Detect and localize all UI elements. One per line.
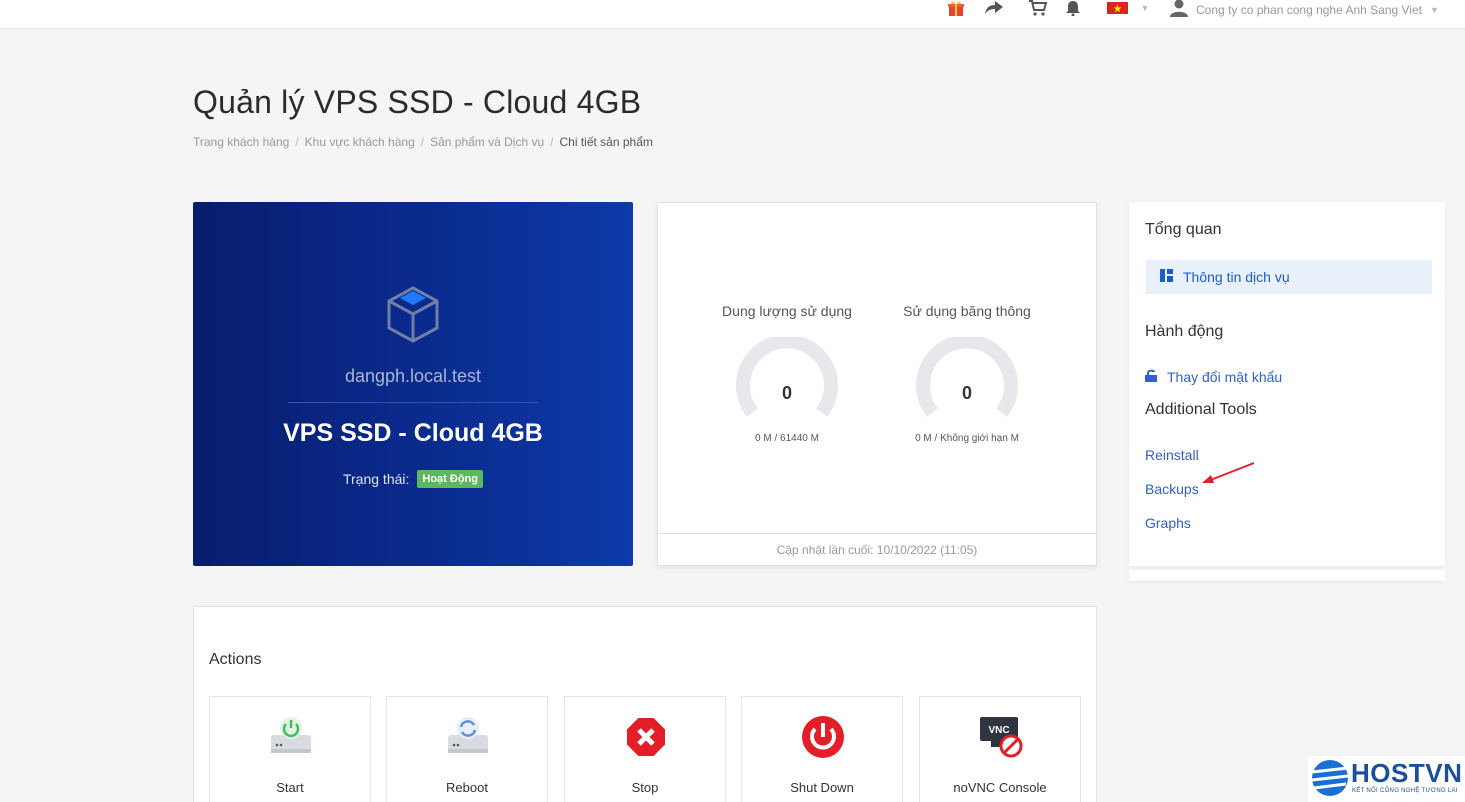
share-icon[interactable] <box>983 0 1005 16</box>
breadcrumb-item[interactable]: Khu vực khách hàng <box>305 135 415 149</box>
gauge-title: Sử dụng băng thông <box>903 303 1031 319</box>
gauge-value: 0 <box>961 383 972 403</box>
sidebar-item-label: Thông tin dịch vụ <box>1183 269 1290 285</box>
breadcrumb-item[interactable]: Sản phẩm và Dịch vụ <box>430 135 544 149</box>
cube-icon <box>381 282 445 346</box>
vnc-disabled-icon: VNC <box>979 715 1023 759</box>
user-caret-icon: ▼ <box>1429 5 1439 15</box>
action-label: Start <box>276 780 304 795</box>
action-label: Shut Down <box>790 780 854 795</box>
user-name: Cong ty co phan cong nghe Anh Sang Viet <box>1196 3 1422 17</box>
language-caret-icon[interactable]: ▼ <box>1140 0 1150 16</box>
lock-icon <box>1145 369 1157 385</box>
reboot-button[interactable]: Reboot <box>386 696 548 802</box>
sidebar-item-service-info[interactable]: Thông tin dịch vụ <box>1146 260 1432 294</box>
actions-heading: Hành động <box>1145 323 1224 340</box>
product-card: dangph.local.test VPS SSD - Cloud 4GB Tr… <box>193 202 633 566</box>
gauge-title: Dung lượng sử dụng <box>722 303 852 319</box>
gift-icon[interactable] <box>946 0 966 16</box>
product-domain: dangph.local.test <box>344 366 482 386</box>
top-bar: ▼ Cong ty co phan cong nghe Anh Sang Vie… <box>0 0 1465 29</box>
change-password-label: Thay đổi mật khẩu <box>1167 369 1283 385</box>
disk-usage-gauge: Dung lượng sử dụng 0 0 M / 61440 M <box>697 303 877 444</box>
side-panel: Tổng quan Thông tin dịch vụ Hành động Th… <box>1129 202 1445 566</box>
backups-link[interactable]: Backups <box>1145 481 1199 497</box>
gauge-arc <box>736 337 838 417</box>
page-title: Quản lý VPS SSD - Cloud 4GB <box>193 84 642 120</box>
actions-card: Actions Start Reboot Stop Shut Down VNC … <box>193 606 1097 802</box>
status-label: Trạng thái: <box>342 471 410 487</box>
dashboard-icon <box>1160 269 1173 285</box>
gauge-caption: 0 M / 61440 M <box>755 433 819 444</box>
vietnam-flag-icon[interactable] <box>1106 0 1128 16</box>
actions-title: Actions <box>209 651 262 668</box>
gauge-value: 0 <box>781 383 792 403</box>
user-menu[interactable]: Cong ty co phan cong nghe Anh Sang Viet … <box>1170 0 1439 20</box>
stop-icon <box>624 715 668 759</box>
reboot-icon <box>446 715 490 759</box>
last-updated: Cập nhật lần cuối: 10/10/2022 (11:05) <box>658 533 1096 566</box>
power-off-icon <box>801 715 845 759</box>
breadcrumb: Trang khách hàng / Khu vực khách hàng / … <box>193 135 653 149</box>
power-on-icon <box>269 715 313 759</box>
reinstall-link[interactable]: Reinstall <box>1145 447 1199 463</box>
breadcrumb-current: Chi tiết sản phẩm <box>559 135 653 149</box>
action-label: noVNC Console <box>953 780 1047 795</box>
user-icon <box>1170 0 1188 22</box>
gauge-caption: 0 M / Không giới hạn M <box>915 433 1019 444</box>
svg-text:VNC: VNC <box>988 725 1009 736</box>
stop-button[interactable]: Stop <box>564 696 726 802</box>
usage-card: Dung lượng sử dụng 0 0 M / 61440 M Sử dụ… <box>657 202 1097 566</box>
breadcrumb-separator: / <box>420 135 425 149</box>
gauge-arc <box>916 337 1018 417</box>
tools-heading: Additional Tools <box>1145 401 1257 418</box>
bell-icon[interactable] <box>1063 0 1083 16</box>
action-label: Stop <box>631 780 659 795</box>
overview-heading: Tổng quan <box>1145 221 1222 238</box>
status-badge: Hoạt Động <box>417 470 483 488</box>
bandwidth-usage-gauge: Sử dụng băng thông 0 0 M / Không giới hạ… <box>877 303 1057 444</box>
breadcrumb-separator: / <box>295 135 299 149</box>
product-status: Trạng thái: Hoạt Động <box>193 470 633 488</box>
hostvn-logo: HOSTVN KẾT NỐI CÔNG NGHỆ TƯƠNG LAI <box>1308 756 1465 802</box>
breadcrumb-separator: / <box>550 135 554 149</box>
cart-icon[interactable] <box>1027 0 1049 16</box>
novnc-console-button[interactable]: VNC noVNC Console <box>919 696 1081 802</box>
action-label: Reboot <box>446 780 488 795</box>
graphs-link[interactable]: Graphs <box>1145 515 1191 531</box>
divider <box>288 402 538 403</box>
side-panel-footer <box>1129 570 1445 581</box>
product-name: VPS SSD - Cloud 4GB <box>283 419 543 447</box>
logo-name: HOSTVN <box>1351 758 1463 788</box>
breadcrumb-item[interactable]: Trang khách hàng <box>193 135 289 149</box>
logo-tagline: KẾT NỐI CÔNG NGHỆ TƯƠNG LAI <box>1352 788 1458 794</box>
globe-icon <box>1311 760 1349 796</box>
shut-down-button[interactable]: Shut Down <box>741 696 903 802</box>
start-button[interactable]: Start <box>209 696 371 802</box>
change-password-link[interactable]: Thay đổi mật khẩu <box>1145 369 1282 385</box>
annotation-arrow-icon <box>1202 462 1255 483</box>
